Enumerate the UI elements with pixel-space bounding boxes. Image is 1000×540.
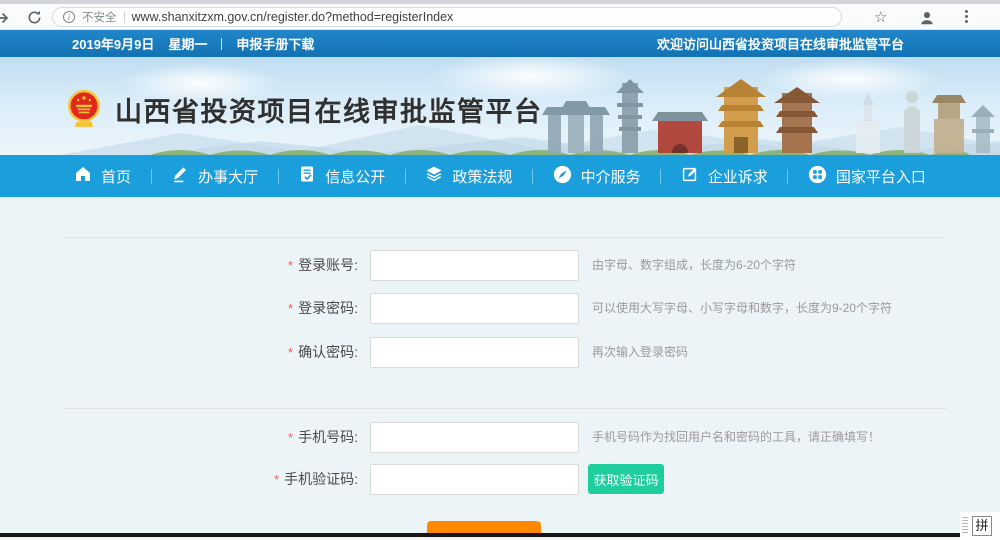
nav-item-info-disclosure[interactable]: 信息公开: [298, 165, 385, 187]
nav-label: 首页: [101, 166, 131, 187]
login-account-input[interactable]: [370, 250, 579, 281]
confirm-password-hint: 再次输入登录密码: [592, 337, 688, 368]
nav-label: 政策法规: [452, 166, 512, 187]
phone-number-label: 手机号码:: [298, 429, 358, 445]
login-password-row: * 登录密码: 可以使用大写字母、小写字母和数字，长度为9-20个字符: [0, 293, 1000, 325]
omnibox-separator: [124, 11, 125, 23]
form-divider: [63, 408, 947, 409]
nav-separator: [405, 169, 406, 184]
login-account-label: 登录账号:: [298, 257, 358, 273]
compass-icon: [553, 165, 572, 188]
login-account-hint: 由字母、数字组成，长度为6-20个字符: [592, 250, 796, 281]
welcome-text: 欢迎访问山西省投资项目在线审批监管平台: [657, 34, 928, 53]
required-mark: *: [288, 301, 293, 316]
nav-item-policies[interactable]: 政策法规: [425, 165, 512, 187]
confirm-password-row: * 确认密码: 再次输入登录密码: [0, 337, 1000, 369]
home-icon: [74, 165, 92, 187]
insecure-label: 不安全: [82, 9, 117, 25]
confirm-password-input[interactable]: [370, 337, 579, 368]
pencil-icon: [171, 165, 189, 187]
nav-label: 中介服务: [581, 166, 641, 187]
phone-number-input[interactable]: [370, 422, 579, 453]
sms-code-input[interactable]: [370, 464, 579, 495]
nav-item-intermediary[interactable]: 中介服务: [553, 165, 641, 188]
nav-separator: [151, 169, 152, 184]
grid-circle-icon: [808, 165, 827, 188]
nav-item-national-platform[interactable]: 国家平台入口: [808, 165, 926, 188]
nav-separator: [787, 169, 788, 184]
sms-code-row: * 手机验证码: 获取验证码: [0, 464, 1000, 496]
forward-icon[interactable]: [0, 9, 11, 32]
login-password-label: 登录密码:: [298, 300, 358, 316]
document-check-icon: [298, 165, 316, 187]
national-emblem-logo: [64, 88, 104, 130]
reload-icon[interactable]: [26, 9, 43, 31]
site-title: 山西省投资项目在线审批监管平台: [115, 90, 543, 129]
edit-square-icon: [681, 165, 699, 187]
form-divider: [63, 237, 947, 238]
site-header: 山西省投资项目在线审批监管平台: [0, 57, 1000, 155]
manual-download-link[interactable]: 申报手册下载: [236, 34, 314, 53]
page-info-icon[interactable]: i: [63, 11, 75, 23]
topbar-left: 2019年9月9日 星期一 申报手册下载: [72, 34, 314, 53]
required-mark: *: [288, 258, 293, 273]
nav-separator: [660, 169, 661, 184]
ime-toolbar: 拼: [960, 512, 1000, 540]
main-nav: 首页 办事大厅 信息公开 政策法规 中介服务: [0, 155, 1000, 197]
layers-icon: [425, 165, 443, 187]
required-mark: *: [288, 345, 293, 360]
date-text: 2019年9月9日: [72, 34, 154, 53]
login-password-hint: 可以使用大写字母、小写字母和数字，长度为9-20个字符: [592, 293, 892, 324]
required-mark: *: [288, 430, 293, 445]
nav-label: 信息公开: [325, 166, 385, 187]
login-password-input[interactable]: [370, 293, 579, 324]
nav-separator: [532, 169, 533, 184]
nav-item-home[interactable]: 首页: [74, 165, 131, 187]
confirm-password-label: 确认密码:: [298, 344, 358, 360]
login-account-row: * 登录账号: 由字母、数字组成，长度为6-20个字符: [0, 250, 1000, 282]
screen: i 不安全 www.shanxitzxm.gov.cn/register.do?…: [0, 0, 1000, 540]
browser-toolbar: i 不安全 www.shanxitzxm.gov.cn/register.do?…: [0, 4, 1000, 30]
nav-separator: [278, 169, 279, 184]
site-brand: 山西省投资项目在线审批监管平台: [64, 88, 543, 130]
url-text: www.shanxitzxm.gov.cn/register.do?method…: [132, 10, 454, 24]
ime-pinyin-indicator[interactable]: 拼: [972, 516, 992, 536]
address-bar[interactable]: i 不安全 www.shanxitzxm.gov.cn/register.do?…: [52, 7, 842, 27]
sms-code-label: 手机验证码:: [284, 471, 358, 487]
topbar-divider: [221, 38, 222, 50]
phone-number-row: * 手机号码: 手机号码作为找回用户名和密码的工具，请正确填写！: [0, 422, 1000, 454]
browser-menu-icon[interactable]: [962, 8, 970, 25]
weekday-text: 星期一: [168, 34, 207, 53]
nav-label: 企业诉求: [708, 166, 768, 187]
nav-label: 办事大厅: [198, 166, 258, 187]
top-info-bar: 2019年9月9日 星期一 申报手册下载 欢迎访问山西省投资项目在线审批监管平台: [0, 30, 1000, 57]
nav-item-service-hall[interactable]: 办事大厅: [171, 165, 258, 187]
bookmark-star-icon[interactable]: ☆: [874, 8, 887, 26]
ime-drag-handle[interactable]: [962, 517, 968, 535]
phone-number-hint: 手机号码作为找回用户名和密码的工具，请正确填写！: [592, 422, 880, 453]
nav-item-enterprise-appeal[interactable]: 企业诉求: [681, 165, 768, 187]
required-mark: *: [274, 472, 279, 487]
nav-label: 国家平台入口: [836, 166, 926, 187]
profile-avatar-icon[interactable]: [918, 9, 936, 32]
get-sms-code-button[interactable]: 获取验证码: [588, 464, 664, 494]
